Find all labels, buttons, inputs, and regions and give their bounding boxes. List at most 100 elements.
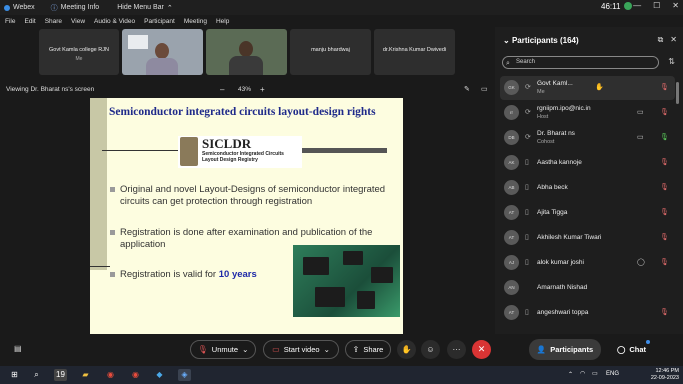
participants-button[interactable]: 👤 Participants — [529, 339, 601, 360]
mic-muted-icon[interactable]: 🎙 — [660, 308, 669, 316]
menu-share[interactable]: Share — [45, 18, 62, 25]
view-options-icon[interactable]: ▭ — [481, 85, 488, 93]
participant-row[interactable]: AN Amarnath Nishad — [500, 276, 675, 300]
video-tile-krishna[interactable]: dr.Krishna Kumar Dwivedi — [374, 29, 455, 75]
popout-icon[interactable]: ⧉ — [658, 35, 664, 45]
calendar-app-icon[interactable]: 19 — [54, 369, 67, 381]
participant-row[interactable]: AT ▯ Akhilesh Kumar Tiwari 🎙 — [500, 226, 675, 250]
hide-menu-bar-button[interactable]: Hide Menu Bar ⌃ — [117, 4, 173, 12]
menu-participant[interactable]: Participant — [144, 18, 175, 25]
participants-panel: ⌄ Participants (164) ⧉ ✕ ⌕ Search ⇅ GK ⟳… — [495, 27, 683, 334]
file-explorer-icon[interactable]: ▰ — [79, 369, 92, 381]
zoom-out-button[interactable]: – — [220, 85, 224, 94]
close-icon[interactable]: ✕ — [672, 1, 679, 10]
mic-muted-icon[interactable]: 🎙 — [660, 83, 669, 91]
webex-logo-icon — [4, 4, 10, 11]
share-icon: ⇪ — [352, 345, 360, 354]
close-panel-icon[interactable]: ✕ — [670, 35, 677, 45]
meeting-timer: 46:11 — [601, 2, 621, 11]
captions-icon[interactable]: ▤ — [14, 344, 22, 353]
participant-search-input[interactable]: ⌕ Search — [502, 56, 659, 69]
mic-muted-icon[interactable]: 🎙 — [660, 108, 669, 116]
raise-hand-icon: ✋ — [401, 345, 412, 354]
person-head — [155, 43, 169, 59]
end-call-button[interactable]: ✕ — [472, 340, 491, 359]
reactions-button[interactable]: ☺ — [421, 340, 440, 359]
participant-row[interactable]: AT ▯ Ajita Tigga 🎙 — [500, 201, 675, 225]
slide-rule — [90, 266, 110, 267]
mic-muted-icon[interactable]: 🎙 — [660, 233, 669, 241]
chat-bubble-icon[interactable]: ◯ — [637, 258, 645, 266]
video-tile-manju[interactable]: manju bhardwaj — [290, 29, 371, 75]
menu-audio-video[interactable]: Audio & Video — [94, 18, 135, 25]
bullet-square — [110, 187, 115, 192]
chat-bubble-icon: ◯ — [616, 345, 626, 354]
sort-icon[interactable]: ⇅ — [668, 57, 675, 66]
tray-chevron-icon[interactable]: ⌃ — [568, 371, 573, 378]
menu-edit[interactable]: Edit — [24, 18, 35, 25]
participant-row[interactable]: rr ⟳ rgniipm.ipo@nic.in Host ▭ 🎙 — [500, 101, 675, 125]
sync-icon: ⟳ — [525, 84, 531, 91]
participant-row[interactable]: GK ⟳ Govt Kaml... Me ✋ 🎙 — [500, 76, 675, 100]
participants-header[interactable]: ⌄ Participants (164) — [503, 36, 579, 45]
person-head — [239, 41, 253, 57]
participant-row[interactable]: AJ ▯ alok kumar joshi ◯ 🎙 — [500, 251, 675, 275]
phone-icon: ▯ — [525, 184, 529, 191]
webex-taskbar-icon[interactable]: ◈ — [178, 369, 191, 381]
video-camera-icon[interactable]: ▭ — [637, 108, 644, 116]
menu-view[interactable]: View — [71, 18, 85, 25]
annotate-icon[interactable]: ✎ — [464, 85, 470, 93]
chat-button[interactable]: ◯ Chat — [609, 339, 654, 360]
start-video-button[interactable]: ▭ Start video ⌄ — [263, 340, 339, 359]
person-body — [146, 58, 178, 75]
wifi-icon[interactable]: ◠ — [580, 370, 585, 377]
participant-row[interactable]: AK ▯ Aastha kannoje 🎙 — [500, 151, 675, 175]
menu-file[interactable]: File — [5, 18, 15, 25]
zoom-level: 43% — [238, 86, 252, 93]
video-tile-participant-2[interactable] — [206, 29, 287, 75]
chrome-icon[interactable]: ◉ — [129, 369, 142, 381]
meeting-info-button[interactable]: ⓘ Meeting Info — [51, 3, 100, 13]
slide-bullet: Original and novel Layout-Designs of sem… — [110, 184, 388, 208]
slide-rule — [302, 148, 387, 153]
participants-scrollbar[interactable] — [676, 82, 679, 104]
mic-muted-icon[interactable]: 🎙 — [660, 158, 669, 166]
app-icon[interactable]: ◆ — [153, 369, 166, 381]
minimize-icon[interactable]: — — [633, 1, 641, 10]
language-indicator[interactable]: ENG — [606, 371, 619, 377]
share-button[interactable]: ⇪ Share — [345, 340, 391, 359]
video-tile-participant[interactable] — [122, 29, 203, 75]
participant-row[interactable]: AT ▯ angeshwari toppa 🎙 — [500, 301, 675, 325]
connection-status-icon — [624, 2, 632, 10]
mic-muted-icon[interactable]: 🎙 — [660, 183, 669, 191]
wall-poster — [128, 35, 148, 49]
slide-sidebar — [90, 98, 107, 270]
phone-icon: ▯ — [525, 209, 529, 216]
participant-row[interactable]: DB ⟳ Dr. Bharat ns Cohost ▭ 🎙 — [500, 126, 675, 150]
meeting-controls: ▤ 🎙 Unmute ⌄ ▭ Start video ⌄ ⇪ Share ✋ ☺… — [0, 334, 683, 366]
system-clock[interactable]: 12:46 PM 22-09-2023 — [651, 368, 679, 382]
raise-hand-button[interactable]: ✋ — [397, 340, 416, 359]
maximize-icon[interactable]: ☐ — [653, 1, 660, 10]
menu-meeting[interactable]: Meeting — [184, 18, 207, 25]
close-icon: ✕ — [477, 344, 486, 354]
video-camera-icon[interactable]: ▭ — [637, 133, 644, 141]
mic-muted-icon[interactable]: 🎙 — [660, 208, 669, 216]
battery-icon[interactable]: ▭ — [592, 370, 598, 377]
emblem-icon — [180, 137, 198, 166]
mic-muted-icon[interactable]: 🎙 — [660, 258, 669, 266]
zoom-in-button[interactable]: + — [260, 85, 265, 94]
participant-row[interactable]: AB ▯ Abha beck 🎙 — [500, 176, 675, 200]
search-icon[interactable]: ⌕ — [30, 369, 43, 381]
menu-help[interactable]: Help — [216, 18, 229, 25]
video-tile-self[interactable]: Govt Kamla college RJN Me — [39, 29, 119, 75]
mic-on-icon[interactable]: 🎙 — [660, 133, 669, 141]
people-icon: 👤 — [536, 345, 547, 354]
unmute-button[interactable]: 🎙 Unmute ⌄ — [190, 340, 256, 359]
windows-taskbar: ⊞ ⌕ 19 ▰ ◉ ◉ ◆ ◈ ⌃ ◠ ▭ ENG 12:46 PM 22-0… — [0, 366, 683, 384]
windows-start-icon[interactable]: ⊞ — [8, 369, 21, 381]
chevron-down-icon: ⌄ — [242, 345, 249, 354]
chrome-icon[interactable]: ◉ — [104, 369, 117, 381]
raise-hand-icon[interactable]: ✋ — [595, 83, 604, 91]
more-options-button[interactable]: ··· — [447, 340, 466, 359]
